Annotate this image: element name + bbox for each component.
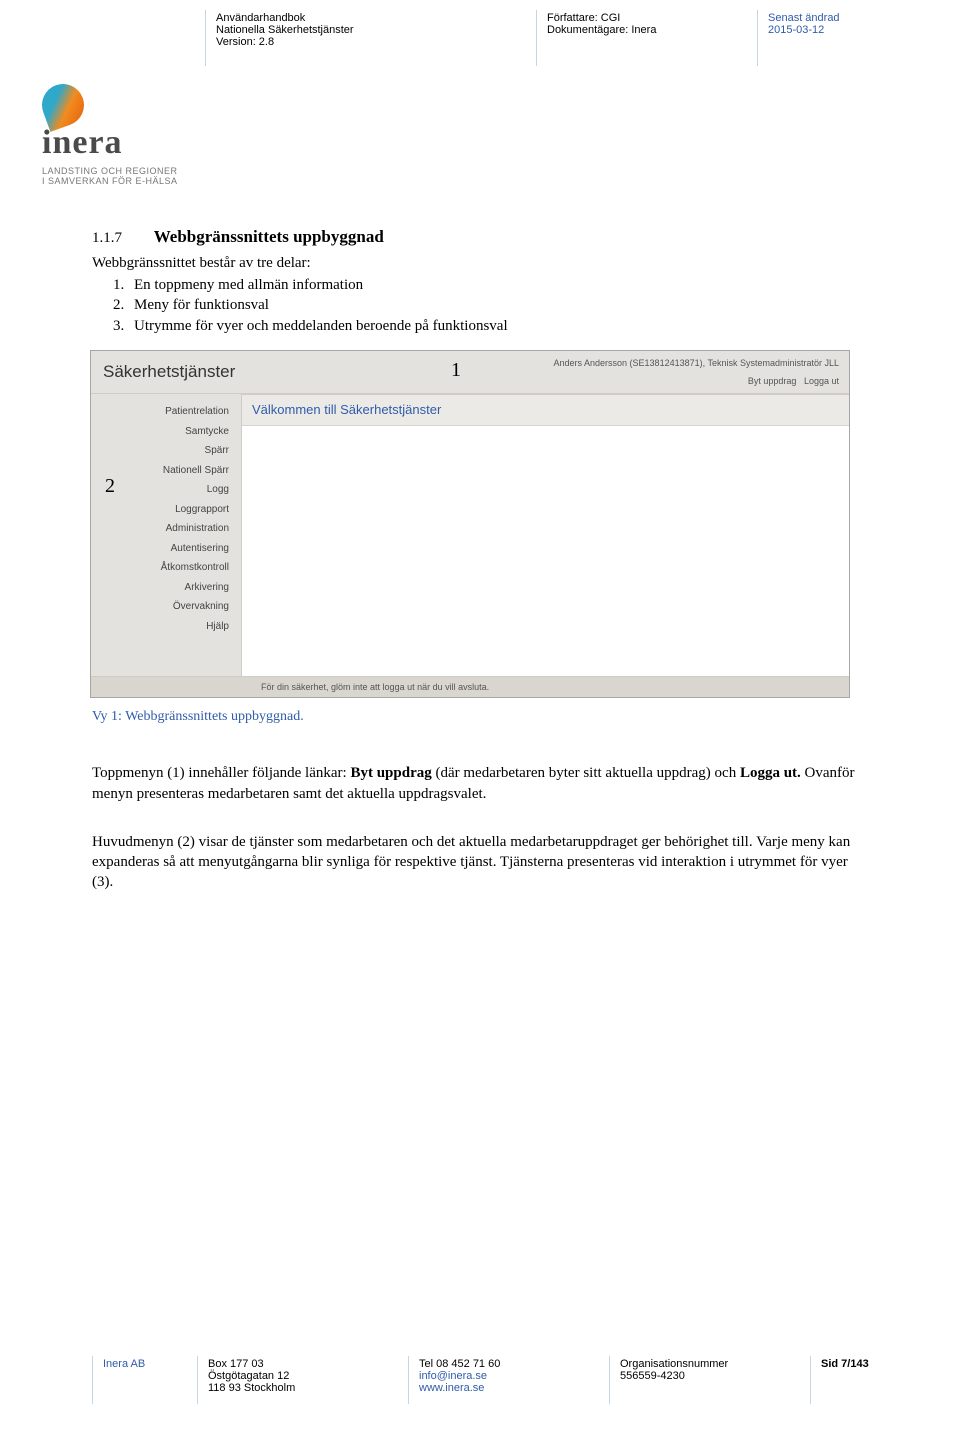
app-user-line: Anders Andersson (SE13812413871), Teknis…: [554, 357, 840, 369]
section-title: Webbgränssnittets uppbyggnad: [154, 227, 384, 246]
footer-web: www.inera.se: [419, 1382, 599, 1394]
header-col-2: Författare: CGI Dokumentägare: Inera: [536, 10, 757, 66]
header-col-3: Senast ändrad 2015-03-12: [757, 10, 898, 66]
footer-org: Organisationsnummer 556559-4230: [609, 1356, 810, 1404]
app-title: Säkerhetstjänster: [103, 357, 235, 384]
para1-bold-2: Logga ut.: [740, 765, 801, 781]
footer-email: info@inera.se: [419, 1370, 599, 1382]
footer-address: Box 177 03 Östgötagatan 12 118 93 Stockh…: [197, 1356, 408, 1404]
app-body: Patientrelation Samtycke Spärr Nationell…: [91, 394, 849, 676]
section-number: 1.1.7: [92, 228, 150, 248]
header-changed-date: 2015-03-12: [768, 24, 888, 36]
section-intro: Webbgränssnittet består av tre delar:: [92, 253, 870, 273]
footer-tel: Tel 08 452 71 60: [419, 1358, 599, 1370]
list-item: Meny för funktionsval: [128, 295, 870, 315]
app-footer: För din säkerhet, glöm inte att logga ut…: [91, 676, 849, 697]
logout-link[interactable]: Logga ut: [804, 376, 839, 386]
footer-addr-3: 118 93 Stockholm: [208, 1382, 398, 1394]
paragraph-2: Huvudmenyn (2) visar de tjänster som med…: [92, 832, 870, 893]
sidebar-item[interactable]: Administration: [91, 519, 241, 539]
footer-company: Inera AB: [92, 1356, 197, 1404]
sidebar-item[interactable]: Samtycke: [91, 422, 241, 442]
footer-page: Sid 7/143: [810, 1356, 911, 1404]
logo-tagline-2: I SAMVERKAN FÖR E-HÄLSA: [42, 176, 960, 186]
sidebar-item[interactable]: Autentisering: [91, 539, 241, 559]
figure-caption: Vy 1: Webbgränssnittets uppbyggnad.: [92, 708, 870, 727]
logo-block: inera LANDSTING OCH REGIONER I SAMVERKAN…: [0, 66, 960, 186]
footer-addr-2: Östgötagatan 12: [208, 1370, 398, 1382]
app-main: Välkommen till Säkerhetstjänster: [242, 394, 849, 676]
logo-tagline-1: LANDSTING OCH REGIONER: [42, 166, 960, 176]
footer-contact: Tel 08 452 71 60 info@inera.se www.inera…: [408, 1356, 609, 1404]
header-author: Författare: CGI: [547, 12, 747, 24]
app-screenshot: 1 2 3 Säkerhetstjänster Anders Andersson…: [90, 350, 850, 698]
app-welcome: Välkommen till Säkerhetstjänster: [242, 395, 849, 426]
para1-bold-1: Byt uppdrag: [350, 765, 431, 781]
header-changed-label: Senast ändrad: [768, 12, 888, 24]
marker-2: 2: [105, 473, 115, 500]
para1-a: Toppmenyn (1) innehåller följande länkar…: [92, 765, 350, 781]
header-doc-title: Användarhandbok: [216, 12, 526, 24]
footer-org-num: 556559-4230: [620, 1370, 800, 1382]
app-header: Säkerhetstjänster Anders Andersson (SE13…: [91, 351, 849, 394]
header-doc-subtitle: Nationella Säkerhetstjänster: [216, 24, 526, 36]
page-footer: Inera AB Box 177 03 Östgötagatan 12 118 …: [0, 1356, 960, 1404]
footer-addr-1: Box 177 03: [208, 1358, 398, 1370]
para1-c: (där medarbetaren byter sitt aktuella up…: [432, 765, 740, 781]
logo-wordmark: inera: [42, 124, 960, 162]
section-list: En toppmeny med allmän information Meny …: [128, 275, 870, 336]
sidebar-item[interactable]: Patientrelation: [91, 402, 241, 422]
marker-1: 1: [451, 357, 461, 384]
app-header-right: Anders Andersson (SE13812413871), Teknis…: [554, 357, 840, 393]
page-content: 1.1.7 Webbgränssnittets uppbyggnad Webbg…: [0, 186, 960, 893]
section-heading: 1.1.7 Webbgränssnittets uppbyggnad: [92, 226, 870, 249]
sidebar-item[interactable]: Åtkomstkontroll: [91, 558, 241, 578]
list-item: Utrymme för vyer och meddelanden beroend…: [128, 316, 870, 336]
sidebar-item[interactable]: Loggrapport: [91, 500, 241, 520]
paragraph-1: Toppmenyn (1) innehåller följande länkar…: [92, 763, 870, 804]
footer-org-label: Organisationsnummer: [620, 1358, 800, 1370]
switch-assignment-link[interactable]: Byt uppdrag: [748, 376, 797, 386]
doc-header: Användarhandbok Nationella Säkerhetstjän…: [0, 0, 960, 66]
sidebar-item[interactable]: Spärr: [91, 441, 241, 461]
sidebar-item[interactable]: Hjälp: [91, 617, 241, 637]
app-sidebar: Patientrelation Samtycke Spärr Nationell…: [91, 394, 242, 676]
header-col-1: Användarhandbok Nationella Säkerhetstjän…: [205, 10, 536, 66]
header-owner: Dokumentägare: Inera: [547, 24, 747, 36]
list-item: En toppmeny med allmän information: [128, 275, 870, 295]
sidebar-item[interactable]: Arkivering: [91, 578, 241, 598]
header-version: Version: 2.8: [216, 36, 526, 48]
sidebar-item[interactable]: Övervakning: [91, 597, 241, 617]
